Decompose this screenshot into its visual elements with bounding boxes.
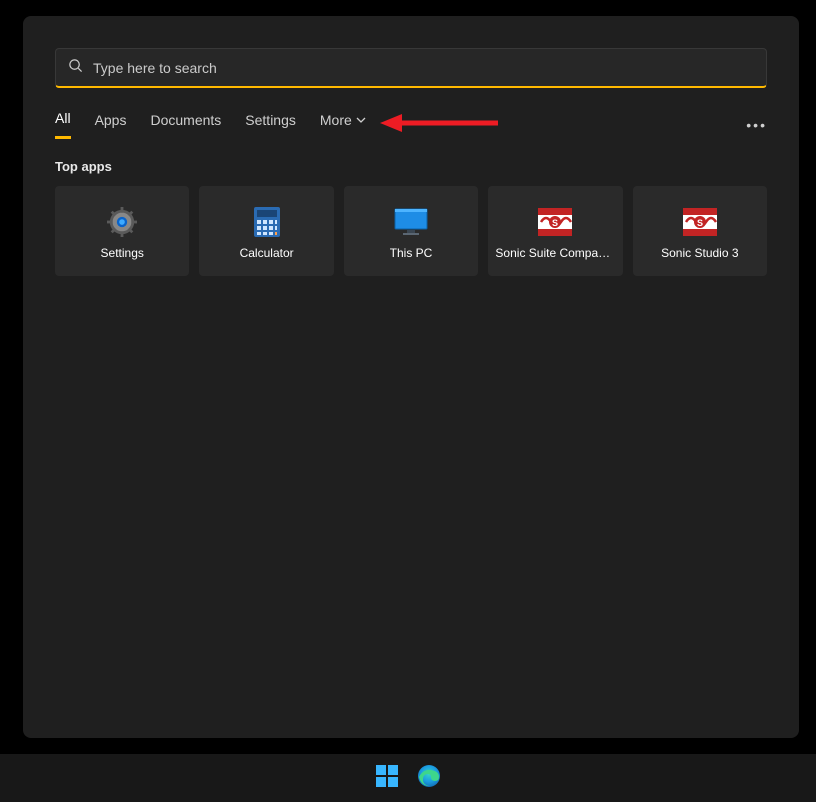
section-title-top-apps: Top apps — [55, 159, 767, 174]
search-icon — [68, 58, 83, 78]
taskbar — [0, 754, 816, 802]
app-tile-sonic-suite[interactable]: S Sonic Suite Companion — [488, 186, 622, 276]
top-apps-grid: Settings Calculator — [55, 186, 767, 276]
more-options-button[interactable]: ••• — [746, 117, 767, 133]
tab-apps[interactable]: Apps — [95, 112, 127, 138]
search-input[interactable] — [93, 60, 754, 76]
app-label: Calculator — [240, 246, 294, 260]
tab-more[interactable]: More — [320, 112, 366, 138]
filter-tabs: All Apps Documents Settings More ••• — [55, 110, 767, 139]
calculator-icon — [254, 202, 280, 242]
tab-documents[interactable]: Documents — [150, 112, 221, 138]
app-label: Settings — [101, 246, 144, 260]
svg-text:S: S — [697, 218, 703, 228]
app-tile-calculator[interactable]: Calculator — [199, 186, 333, 276]
app-tile-sonic-studio[interactable]: S Sonic Studio 3 — [633, 186, 767, 276]
sonic-icon: S — [538, 202, 572, 242]
edge-browser-icon[interactable] — [417, 764, 441, 793]
app-tile-this-pc[interactable]: This PC — [344, 186, 478, 276]
settings-icon — [107, 202, 137, 242]
search-box[interactable] — [55, 48, 767, 88]
tab-label: Apps — [95, 112, 127, 128]
app-label: This PC — [390, 246, 433, 260]
chevron-down-icon — [356, 112, 366, 128]
monitor-icon — [394, 202, 428, 242]
tab-all[interactable]: All — [55, 110, 71, 139]
tab-label: More — [320, 112, 352, 128]
tab-label: Settings — [245, 112, 296, 128]
start-button[interactable] — [375, 764, 399, 793]
start-search-panel: All Apps Documents Settings More ••• Top… — [23, 16, 799, 738]
app-label: Sonic Suite Companion — [495, 246, 615, 260]
app-tile-settings[interactable]: Settings — [55, 186, 189, 276]
svg-text:S: S — [552, 218, 558, 228]
sonic-icon: S — [683, 202, 717, 242]
tab-label: Documents — [150, 112, 221, 128]
app-label: Sonic Studio 3 — [661, 246, 738, 260]
tab-label: All — [55, 110, 71, 126]
tab-settings[interactable]: Settings — [245, 112, 296, 138]
